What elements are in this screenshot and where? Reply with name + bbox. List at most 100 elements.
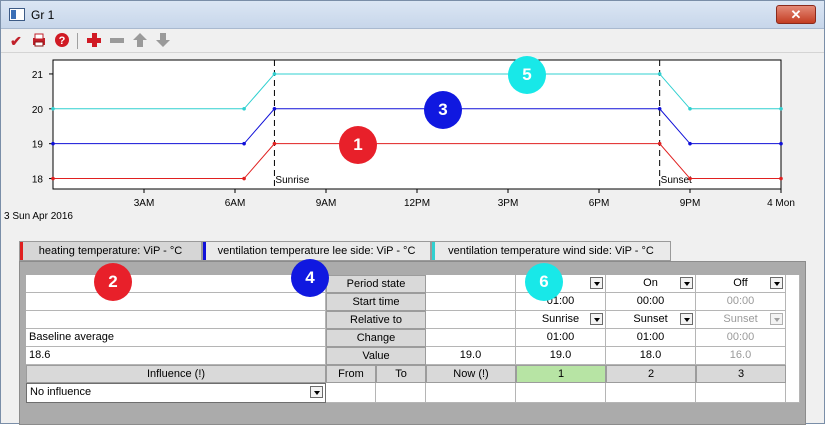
period-1-value[interactable]: 19.0 [516,347,606,365]
event-label: Sunrise [275,175,309,186]
x-tick-label: 6AM [225,198,246,209]
to-header: To [376,365,426,383]
baseline-value: 18.6 [26,347,326,365]
check-icon[interactable]: ✔ [7,32,25,50]
period-2-state-value: On [643,277,658,289]
callout-badge: 6 [525,263,563,301]
series-point [779,141,783,146]
x-tick-label: 4 Mon [767,198,795,209]
chart-area[interactable]: 18 19 20 21 3AM 6AM 9AM 12PM 3PM 6PM 9PM 4 Mon 3 Sun… [1,53,824,231]
period-3-header[interactable]: 3 [696,365,786,383]
row-header-period-state: Period state [326,275,426,293]
app-window: Gr 1 ✕ ✔ ? 18 19 20 21 3AM 6AM 9AM 12PM 3PM 6PM 9P… [0,0,825,425]
period-1-start-time[interactable]: 01:00 [516,293,606,311]
y-tick-label: 19 [32,140,44,151]
period-3-state-select[interactable]: Off [696,275,786,293]
move-down-icon [154,32,172,50]
print-icon[interactable] [30,32,48,50]
callout-badge: 2 [94,263,132,301]
event-label: Sunset [661,175,692,186]
tab-color-marker [432,242,435,260]
period-2-influence [606,383,696,403]
period-3-relative-value: Sunset [723,313,758,325]
from-field[interactable] [326,383,376,403]
to-field[interactable] [376,383,426,403]
row-header-change: Change [326,329,426,347]
period-3-start-time: 00:00 [696,293,786,311]
now-field [426,383,516,403]
move-up-icon [131,32,149,50]
series-point [779,176,783,181]
callout-badge: 5 [508,56,546,94]
now-empty [426,275,516,293]
tab-ventilation-wind[interactable]: ventilation temperature wind side: ViP -… [431,241,671,261]
toolbar: ✔ ? [1,29,824,53]
remove-icon [108,32,126,50]
series-point [272,72,277,76]
x-tick-label: 12PM [404,198,430,209]
period-2-relative-select[interactable]: Sunset [606,311,696,329]
series-point [657,141,662,146]
series-point [242,107,246,111]
add-icon[interactable] [85,32,103,50]
series-tabs: heating temperature: ViP - °C ventilatio… [1,238,824,262]
now-header: Now (!) [426,365,516,383]
period-2-change[interactable]: 01:00 [606,329,696,347]
tab-heating-temperature[interactable]: heating temperature: ViP - °C [19,241,202,261]
x-tick-label: 9PM [680,198,701,209]
tab-label: ventilation temperature lee side: ViP - … [217,245,416,257]
period-2-start-time[interactable]: 00:00 [606,293,696,311]
series-point [657,107,662,111]
period-1-relative-value: Sunrise [541,313,580,325]
influence-select[interactable]: No influence [26,383,326,403]
left-empty-row [26,293,326,311]
series-point [688,107,692,111]
settings-panel: Baseline average 18.6 Influence (!) No i… [19,261,806,425]
series-point [51,107,55,111]
x-tick-label: 6PM [589,198,610,209]
tab-ventilation-lee[interactable]: ventilation temperature lee side: ViP - … [202,241,431,261]
grid-scroll-gutter [786,275,800,403]
left-empty-row [26,275,326,293]
window-app-icon [9,8,25,21]
baseline-label: Baseline average [26,329,326,347]
from-header: From [326,365,376,383]
period-2-state-select[interactable]: On [606,275,696,293]
chevron-down-icon[interactable] [590,277,603,289]
period-3-state-value: Off [733,277,748,289]
temperature-chart[interactable]: 18 19 20 21 3AM 6AM 9AM 12PM 3PM 6PM 9PM 4 Mon 3 Sun… [1,53,824,231]
period-1-change[interactable]: 01:00 [516,329,606,347]
period-3-value: 16.0 [696,347,786,365]
series-point [51,141,55,146]
close-button[interactable]: ✕ [776,5,816,24]
chevron-down-icon[interactable] [310,386,323,398]
now-value: 19.0 [426,347,516,365]
chevron-down-icon[interactable] [680,277,693,289]
period-3-relative-select: Sunset [696,311,786,329]
period-2-value[interactable]: 18.0 [606,347,696,365]
period-1-header[interactable]: 1 [516,365,606,383]
tab-color-marker [20,242,23,260]
chevron-down-icon [770,313,783,325]
x-tick-label: 3AM [134,198,155,209]
influence-header: Influence (!) [26,365,326,383]
row-header-start-time: Start time [326,293,426,311]
y-tick-label: 18 [32,175,44,186]
series-point [242,176,246,181]
callout-badge: 1 [339,126,377,164]
now-empty [426,311,516,329]
period-2-header[interactable]: 2 [606,365,696,383]
date-label: 3 Sun Apr 2016 [4,211,73,222]
period-3-influence [696,383,786,403]
title-bar: Gr 1 ✕ [1,1,824,29]
tab-color-marker [203,242,206,260]
chevron-down-icon[interactable] [590,313,603,325]
chevron-down-icon[interactable] [770,277,783,289]
period-1-relative-select[interactable]: Sunrise [516,311,606,329]
help-icon[interactable]: ? [53,32,71,50]
window-title: Gr 1 [31,8,55,22]
row-header-relative-to: Relative to [326,311,426,329]
chevron-down-icon[interactable] [680,313,693,325]
series-point [688,176,692,181]
x-tick-label: 9AM [316,198,337,209]
